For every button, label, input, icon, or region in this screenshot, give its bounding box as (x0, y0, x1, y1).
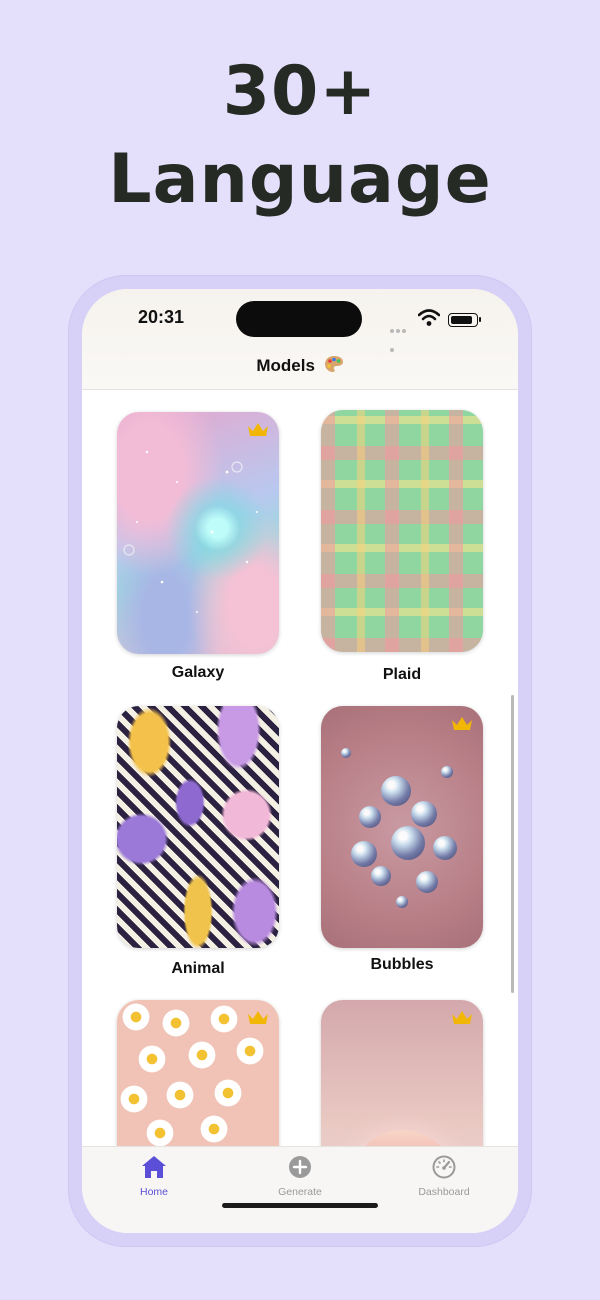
tab-home[interactable]: Home (94, 1155, 214, 1198)
headline-line-1: 30+ (222, 52, 378, 131)
promo-headline: 30+ Language (0, 48, 600, 224)
home-icon (142, 1156, 166, 1178)
home-indicator[interactable] (222, 1203, 378, 1208)
plus-circle-icon (289, 1156, 311, 1178)
tab-dashboard-label: Dashboard (418, 1186, 470, 1198)
stars-decoration (123, 450, 258, 613)
premium-crown-icon (248, 1011, 268, 1024)
model-card-sphere[interactable] (321, 1000, 483, 1146)
scrollbar[interactable] (511, 695, 514, 993)
dynamic-island (236, 301, 362, 337)
tab-generate[interactable]: Generate (240, 1155, 360, 1198)
tab-bar: Home Generate Dashboard (82, 1146, 518, 1233)
palette-icon (324, 356, 343, 372)
models-grid[interactable]: Galaxy Plaid Animal Bubbles (82, 390, 518, 1146)
model-card-plaid[interactable]: Plaid (321, 410, 483, 683)
model-card-bubbles[interactable]: Bubbles (321, 706, 483, 973)
model-thumbnail-galaxy[interactable] (117, 412, 279, 654)
model-thumbnail-bubbles[interactable] (321, 706, 483, 948)
tab-generate-label: Generate (278, 1186, 322, 1198)
tab-home-label: Home (139, 1186, 168, 1198)
model-label: Animal (171, 960, 225, 977)
model-label: Bubbles (370, 956, 434, 973)
model-thumbnail-animal[interactable] (117, 706, 279, 948)
model-thumbnail-daisy[interactable] (117, 1000, 279, 1146)
phone-frame: 20:31 Models Galaxy Plaid Animal Bubbles… (68, 275, 532, 1247)
model-card-daisy[interactable] (117, 1000, 279, 1146)
phone-screen: 20:31 Models Galaxy Plaid Animal Bubbles… (82, 289, 518, 1233)
nav-title: Models (82, 355, 518, 376)
model-label: Plaid (382, 666, 422, 683)
premium-crown-icon (452, 717, 472, 730)
model-card-galaxy[interactable]: Galaxy (117, 412, 279, 681)
cellular-signal-icon (390, 318, 412, 352)
nav-title-text: Models (256, 356, 315, 375)
tab-dashboard[interactable]: Dashboard (384, 1155, 504, 1198)
speedometer-icon (432, 1155, 456, 1179)
model-card-animal[interactable]: Animal (117, 706, 279, 977)
battery-icon (448, 313, 481, 327)
model-thumbnail-sphere[interactable] (321, 1000, 483, 1146)
headline-line-2: Language (108, 140, 492, 219)
status-time: 20:31 (138, 307, 185, 327)
premium-crown-icon (248, 423, 268, 436)
model-thumbnail-plaid[interactable] (321, 410, 483, 652)
model-label: Galaxy (171, 664, 225, 681)
wifi-icon (418, 309, 440, 326)
top-bar: 20:31 Models (82, 289, 518, 390)
premium-crown-icon (452, 1011, 472, 1024)
